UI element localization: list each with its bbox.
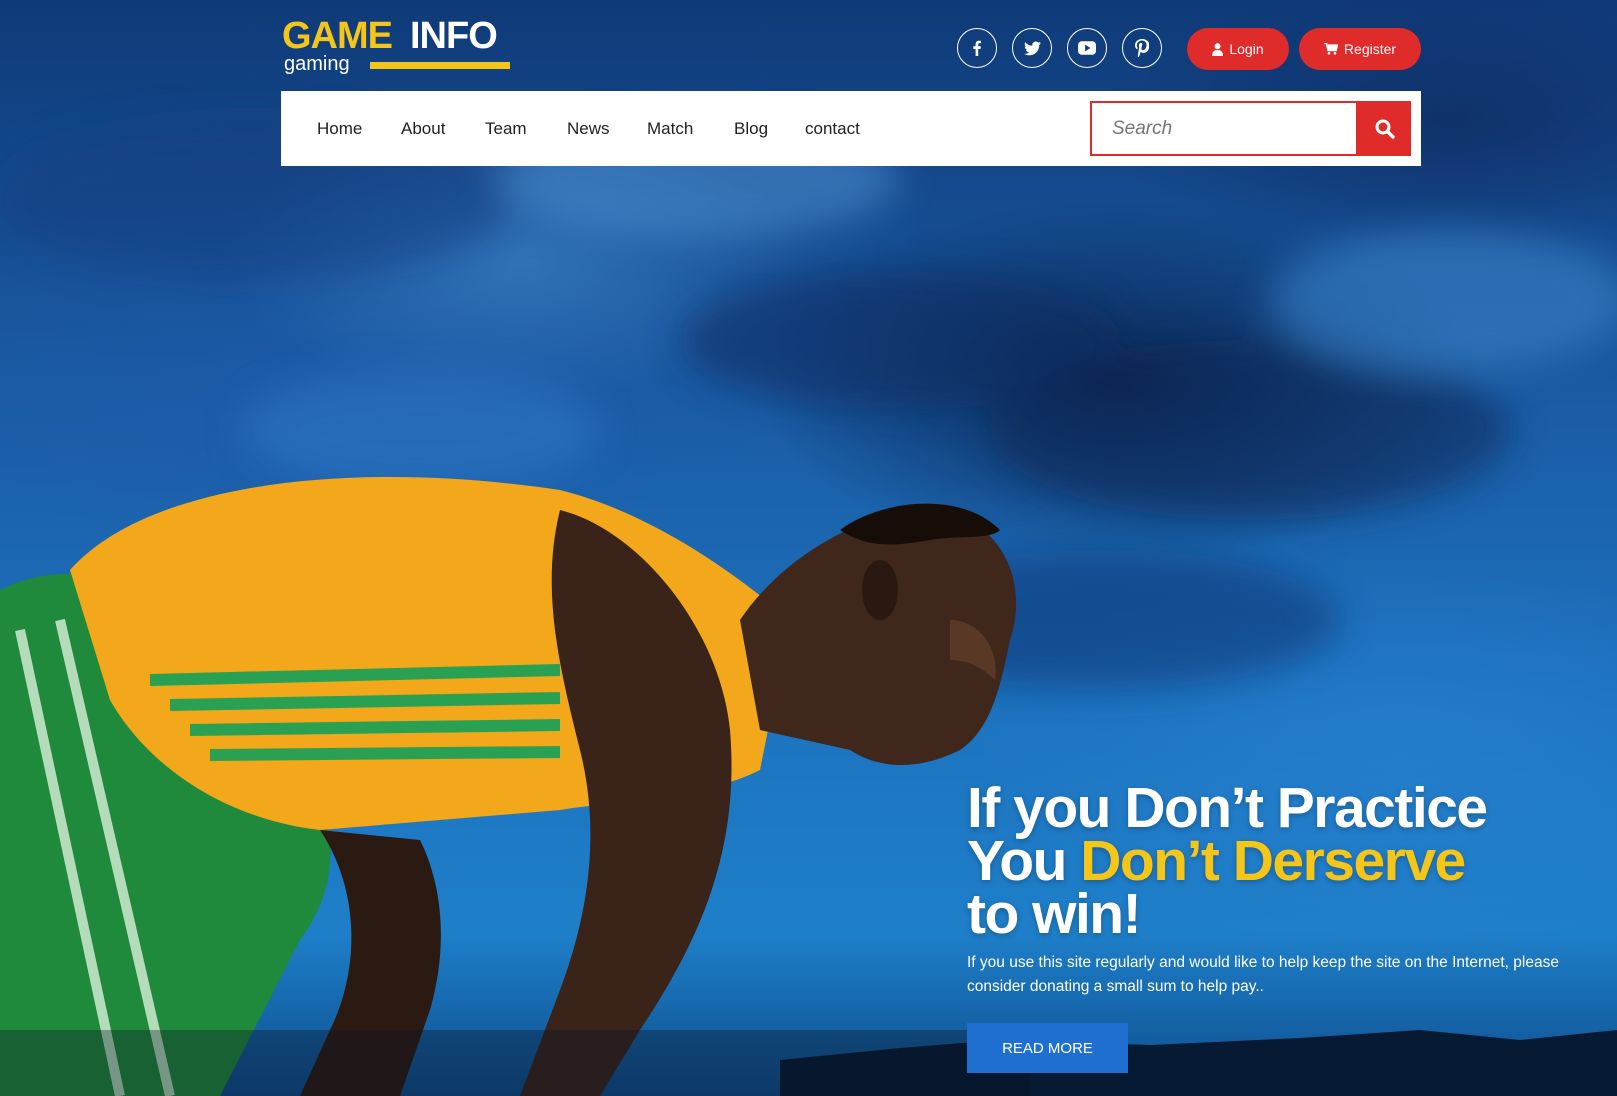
- youtube-link[interactable]: [1067, 28, 1107, 68]
- logo-text-info: INFO: [410, 15, 498, 57]
- user-icon: [1212, 42, 1224, 56]
- logo-tagline: gaming: [284, 53, 350, 75]
- hero-description: If you use this site regularly and would…: [967, 954, 1559, 995]
- headline-line-2: You Don’t Derserve: [967, 833, 1607, 890]
- pinterest-link[interactable]: [1122, 28, 1162, 68]
- headline-line-1: If you Don’t Practice: [967, 776, 1488, 840]
- search-button[interactable]: [1358, 101, 1411, 156]
- nav-item-team[interactable]: Team: [485, 91, 527, 166]
- main-navigation: Home About Team News Match Blog contact: [281, 91, 1421, 166]
- search-input[interactable]: [1092, 103, 1352, 154]
- pinterest-icon: [1135, 39, 1149, 57]
- facebook-icon: [973, 40, 981, 56]
- site-logo[interactable]: GAME INFO gaming: [282, 14, 512, 75]
- login-button[interactable]: Login: [1187, 28, 1289, 70]
- register-label: Register: [1343, 41, 1397, 57]
- register-button[interactable]: Register: [1299, 28, 1421, 70]
- search-icon: [1375, 119, 1395, 139]
- logo-underline: [370, 62, 510, 69]
- athlete-image: [0, 476, 1030, 1096]
- nav-item-about[interactable]: About: [401, 91, 445, 166]
- nav-item-blog[interactable]: Blog: [734, 91, 768, 166]
- facebook-link[interactable]: [957, 28, 997, 68]
- twitter-link[interactable]: [1012, 28, 1052, 68]
- search-field: [1090, 101, 1358, 156]
- read-more-button[interactable]: READ MORE: [967, 1023, 1128, 1073]
- headline-line-3: to win!: [967, 882, 1142, 946]
- login-label: Login: [1229, 41, 1264, 57]
- nav-item-home[interactable]: Home: [317, 91, 362, 166]
- cart-icon: [1323, 43, 1338, 55]
- nav-item-contact[interactable]: contact: [805, 91, 860, 166]
- nav-item-match[interactable]: Match: [647, 91, 693, 166]
- nav-item-news[interactable]: News: [567, 91, 610, 166]
- youtube-icon: [1078, 41, 1096, 55]
- twitter-icon: [1023, 40, 1041, 55]
- hero-headline: If you Don’t Practice You Don’t Derserve…: [967, 776, 1607, 946]
